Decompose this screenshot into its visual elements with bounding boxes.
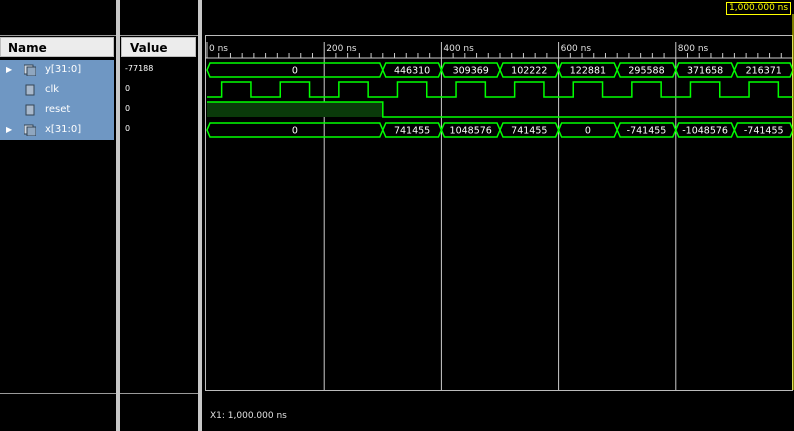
signal-row-y[interactable]: ▶ y[31:0] [0,60,114,80]
names-bottom-border [0,393,116,394]
y-bus-segment-value: 0 [292,66,298,77]
y-bus-segment-value: 309369 [453,66,489,77]
ruler-label: 600 ns [561,44,592,54]
signal-row-reset[interactable]: reset [0,100,114,120]
y-bus-segment-value: 102222 [511,66,547,77]
y-bus-segment-value: 295588 [628,66,664,77]
signal-name: reset [45,104,71,115]
x-bus-segment-value: 1048576 [450,126,492,137]
ruler-label: 0 ns [209,44,228,54]
expand-arrow-icon[interactable]: ▶ [6,120,12,140]
signal-name: x[31:0] [45,124,82,135]
bit-signal-icon [25,104,35,116]
x-bus-segment-value: 741455 [511,126,547,137]
x-bus-segment-value: -741455 [627,126,667,137]
y-bus-segment-value: 446310 [394,66,430,77]
signal-value-x: 0 [125,124,131,133]
y-bus-segment-value: 216371 [746,66,782,77]
splitter-values[interactable] [198,0,202,431]
signal-value-clk: 0 [125,84,131,93]
signal-row-clk[interactable]: clk [0,80,114,100]
cursor-status-label: X1: 1,000.000 ns [210,411,287,421]
name-column-header[interactable]: Name [0,37,114,57]
bit-signal-icon [25,84,35,96]
waveform-canvas[interactable]: 0 ns 200 ns 400 ns 600 ns 800 ns 0 446310 3093… [205,0,794,431]
x-bus-segment-value: -741455 [744,126,784,137]
x-bus-segment-value: 741455 [394,126,430,137]
ruler-label: 400 ns [443,44,474,54]
signal-value-reset: 0 [125,104,131,113]
expand-arrow-icon[interactable]: ▶ [6,60,12,80]
signal-row-x[interactable]: ▶ x[31:0] [0,120,114,140]
cursor-time-readout: 1,000.000 ns [726,2,792,15]
signal-value-y: -77188 [125,64,154,73]
signal-name: clk [45,84,60,95]
ruler-label: 200 ns [326,44,357,54]
x-bus-segment-value: 0 [585,126,591,137]
ruler-label: 800 ns [678,44,709,54]
value-column-header[interactable]: Value [121,37,196,57]
reset-high-fill [207,102,383,117]
x-bus-segment-value: 0 [292,126,298,137]
names-top-border [0,35,116,36]
y-bus-segment-value: 122881 [570,66,606,77]
values-bottom-border [120,393,198,394]
bus-signal-icon [24,64,36,76]
x-bus-segment-value: -1048576 [682,126,728,137]
y-bus-segment-value: 371658 [687,66,723,77]
values-top-border [120,35,198,36]
bus-signal-icon [24,124,36,136]
signal-name: y[31:0] [45,64,82,75]
